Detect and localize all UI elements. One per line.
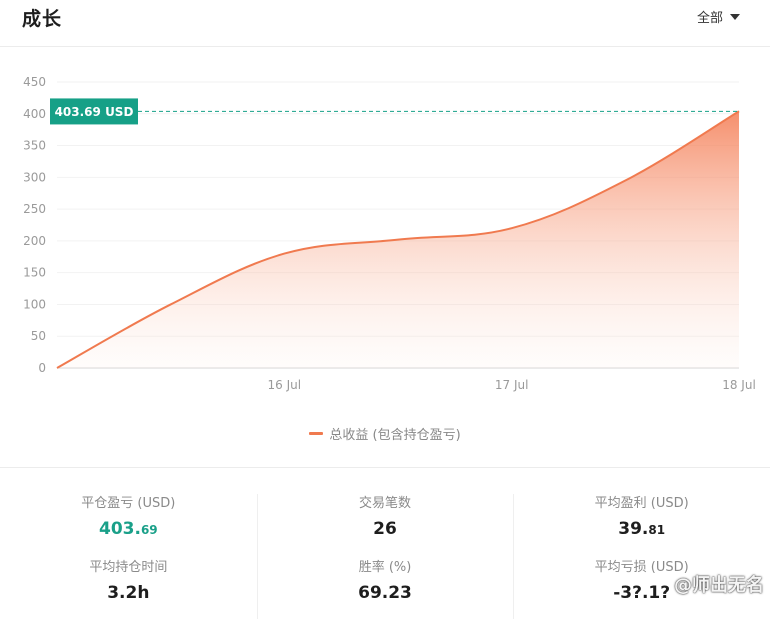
- stat-trade-count: 交易笔数 26: [257, 495, 514, 540]
- x-tick-label: 18 Jul: [722, 378, 756, 392]
- y-tick-label: 50: [31, 329, 46, 343]
- y-tick-label: 350: [23, 139, 46, 153]
- stat-value: 39.81: [513, 518, 770, 541]
- y-tick-label: 250: [23, 202, 46, 216]
- page-title: 成长: [22, 8, 63, 30]
- growth-chart: 450 400 350 300 250 200 150 100 50 0 16 Jul 17 Jul…: [0, 48, 770, 398]
- stats-column-2: 交易笔数 26 胜率 (%) 69.23: [256, 468, 514, 627]
- chart-legend[interactable]: 总收益 (包含持仓盈亏): [0, 424, 770, 443]
- x-tick-label: 17 Jul: [495, 378, 529, 392]
- y-tick-label: 450: [23, 75, 46, 89]
- y-tick-label: 100: [23, 297, 46, 311]
- stat-label: 平均盈利 (USD): [594, 496, 689, 511]
- period-dropdown[interactable]: 全部: [697, 7, 740, 26]
- stat-value: 3.2h: [107, 583, 150, 603]
- stat-label: 平仓盈亏 (USD): [81, 496, 176, 511]
- legend-swatch: [309, 432, 324, 435]
- period-label: 全部: [696, 11, 723, 26]
- stat-value-int: 403.: [99, 519, 141, 539]
- x-tick-label: 16 Jul: [268, 378, 302, 392]
- stats-panel: 平仓盈亏 (USD) 403.69 平均持仓时间 3.2h 交易笔数 26 胜率…: [0, 468, 770, 627]
- stats-column-3: 平均盈利 (USD) 39.81 平均亏损 (USD) -3?.1?: [513, 468, 770, 627]
- stat-avg-hold-time: 平均持仓时间 3.2h: [0, 559, 257, 604]
- stat-value-dec: 69: [140, 523, 158, 537]
- stat-value: 403.69: [0, 518, 257, 541]
- annotation-label: 403.69 USD: [55, 105, 134, 119]
- stat-win-rate: 胜率 (%) 69.23: [257, 559, 514, 604]
- legend-label: 总收益 (包含持仓盈亏): [329, 428, 461, 443]
- y-tick-label: 200: [23, 234, 46, 248]
- stats-column-1: 平仓盈亏 (USD) 403.69 平均持仓时间 3.2h: [0, 468, 257, 627]
- stat-avg-profit: 平均盈利 (USD) 39.81: [513, 495, 770, 541]
- y-tick-label: 300: [23, 170, 46, 184]
- stat-value: 69.23: [358, 583, 412, 603]
- stat-label: 平均持仓时间: [89, 560, 168, 575]
- growth-chart-svg: 450 400 350 300 250 200 150 100 50 0 16 Jul 17 Jul…: [23, 75, 756, 392]
- watermark: @师出无名: [674, 575, 764, 596]
- y-tick-label: 150: [23, 266, 46, 280]
- stat-value: 26: [373, 519, 397, 539]
- stat-closed-pnl: 平仓盈亏 (USD) 403.69: [0, 495, 257, 541]
- stat-value-dec: 81: [648, 523, 666, 537]
- stat-label: 交易笔数: [359, 496, 412, 511]
- header: 成长 全部: [0, 0, 770, 47]
- y-tick-label: 400: [23, 107, 46, 121]
- caret-down-icon: [730, 13, 740, 20]
- stat-value-int: 39.: [618, 519, 649, 539]
- stat-label: 胜率 (%): [358, 560, 412, 575]
- y-tick-label: 0: [38, 361, 46, 375]
